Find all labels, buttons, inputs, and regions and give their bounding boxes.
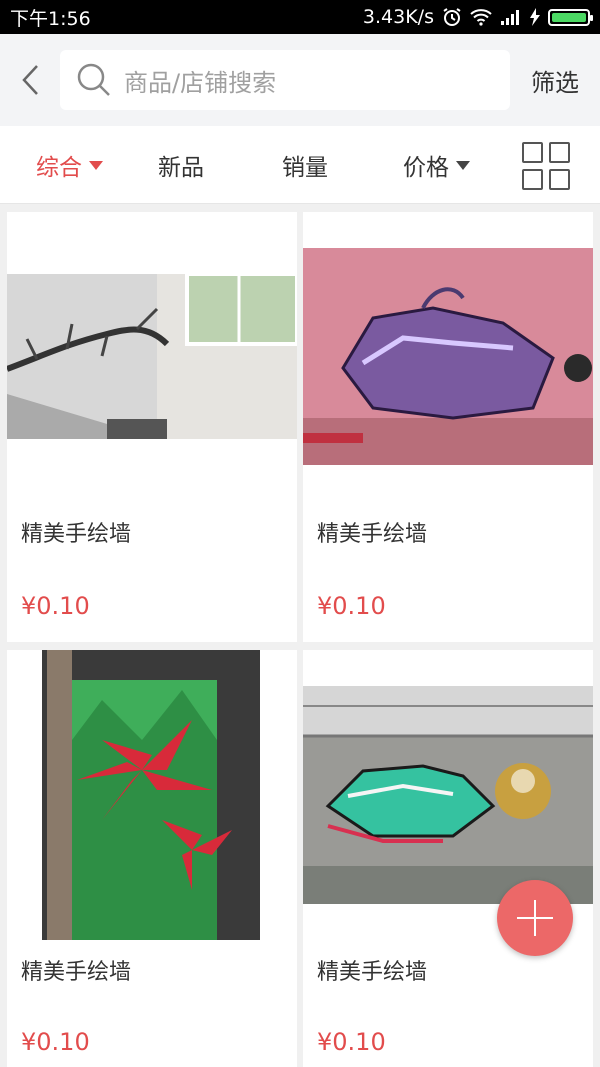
product-title: 精美手绘墙 xyxy=(317,960,428,985)
sort-tab-sales[interactable]: 销量 xyxy=(282,126,328,204)
search-placeholder: 商品/店铺搜索 xyxy=(124,68,277,97)
back-button[interactable] xyxy=(0,34,60,126)
dropdown-arrow-icon xyxy=(456,160,470,170)
filter-button[interactable]: 筛选 xyxy=(510,63,600,98)
product-title: 精美手绘墙 xyxy=(21,522,132,547)
header: 商品/店铺搜索 筛选 xyxy=(0,34,600,126)
product-card[interactable]: 精美手绘墙 ¥0.10 xyxy=(7,212,297,642)
status-icons: 3.43K/s xyxy=(362,6,593,28)
sort-tab-label: 价格 xyxy=(403,155,449,181)
search-input[interactable]: 商品/店铺搜索 xyxy=(60,50,510,110)
network-speed: 3.43K/s xyxy=(362,6,434,28)
product-card[interactable]: 精美手绘墙 ¥0.10 xyxy=(303,212,593,642)
alarm-icon xyxy=(443,8,461,26)
sort-tab-label: 销量 xyxy=(282,155,328,181)
product-price: ¥0.10 xyxy=(317,1028,386,1056)
product-card[interactable]: 精美手绘墙 ¥0.10 xyxy=(7,650,297,1067)
grid-view-toggle-icon[interactable] xyxy=(522,142,570,190)
sort-tab-label: 新品 xyxy=(158,155,204,181)
sort-tab-new[interactable]: 新品 xyxy=(158,126,204,204)
add-fab-button[interactable] xyxy=(497,880,573,956)
product-price: ¥0.10 xyxy=(21,1028,90,1056)
signal-icon xyxy=(501,10,519,25)
charging-icon xyxy=(530,8,540,26)
sort-tab-price[interactable]: 价格 xyxy=(403,126,470,204)
product-image-graffiti-concrete-wall xyxy=(303,686,593,904)
status-time: 下午1:56 xyxy=(10,7,91,30)
product-card[interactable]: 精美手绘墙 ¥0.10 xyxy=(303,650,593,1067)
search-icon xyxy=(77,63,110,96)
wifi-icon xyxy=(470,9,492,26)
product-title: 精美手绘墙 xyxy=(21,960,132,985)
battery-icon xyxy=(548,8,593,26)
product-image-graffiti-pink-wall xyxy=(303,248,593,465)
product-price: ¥0.10 xyxy=(21,592,90,620)
sort-tab-comprehensive[interactable]: 综合 xyxy=(36,126,103,204)
product-title: 精美手绘墙 xyxy=(317,522,428,547)
product-price: ¥0.10 xyxy=(317,592,386,620)
product-image-flower-electric-box xyxy=(42,650,260,940)
battery-level xyxy=(552,12,586,22)
sort-bar: 综合 新品 销量 价格 xyxy=(0,126,600,204)
dropdown-arrow-icon xyxy=(89,160,103,170)
status-bar: 下午1:56 3.43K/s xyxy=(0,0,600,34)
product-image-hand-painted-wall xyxy=(7,274,297,439)
sort-tab-label: 综合 xyxy=(36,155,82,181)
back-arrow-icon xyxy=(22,65,38,95)
